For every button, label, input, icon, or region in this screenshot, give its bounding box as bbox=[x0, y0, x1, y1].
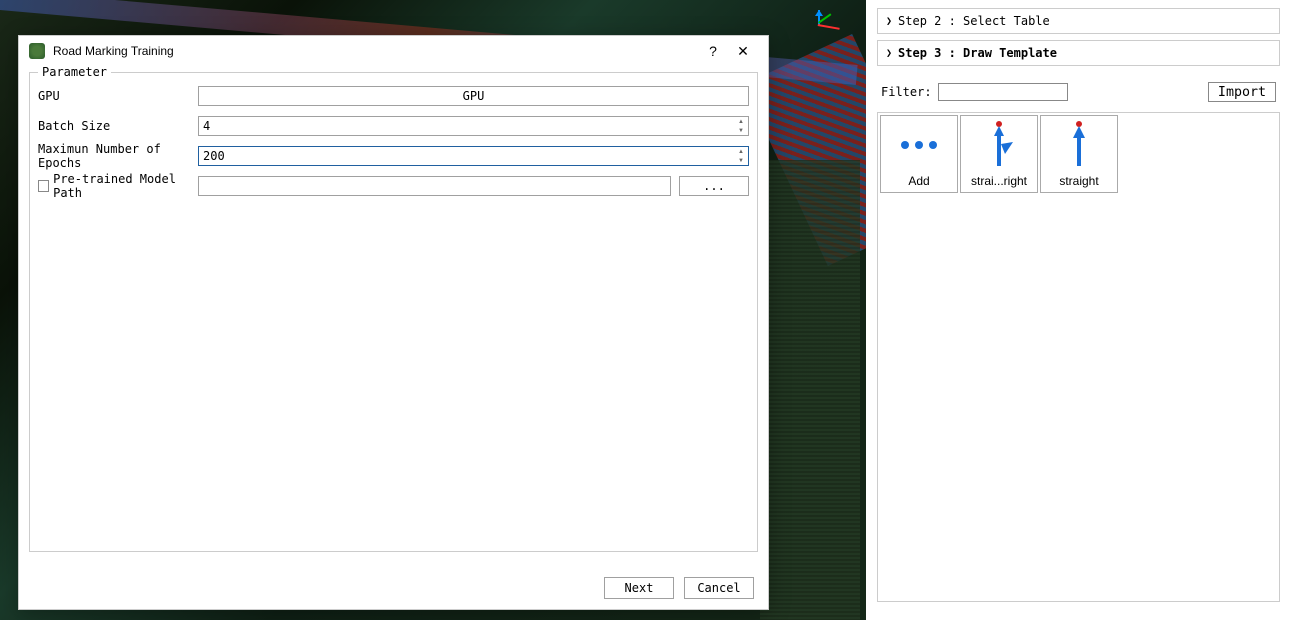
template-item-label: Add bbox=[881, 174, 957, 188]
pretrained-path-input[interactable] bbox=[198, 176, 671, 196]
chevron-right-icon: ❯ bbox=[886, 16, 892, 27]
x-axis-icon bbox=[818, 24, 840, 30]
chevron-right-icon: ❯ bbox=[886, 48, 892, 59]
filter-label: Filter: bbox=[881, 85, 932, 99]
dialog-title: Road Marking Training bbox=[53, 44, 698, 58]
batch-size-row: Batch Size ▲ ▼ bbox=[38, 115, 749, 137]
add-icon bbox=[881, 116, 957, 174]
epochs-down-icon[interactable]: ▼ bbox=[734, 156, 748, 165]
training-dialog: Road Marking Training ? ✕ Parameter GPU … bbox=[18, 35, 769, 610]
epochs-input[interactable] bbox=[199, 147, 734, 165]
template-item-add[interactable]: Add bbox=[880, 115, 958, 193]
help-button[interactable]: ? bbox=[698, 39, 728, 63]
gpu-label: GPU bbox=[38, 89, 198, 103]
batch-size-label: Batch Size bbox=[38, 119, 198, 133]
pretrained-row: Pre-trained Model Path ... bbox=[38, 175, 749, 197]
straight-right-arrow-icon bbox=[961, 116, 1037, 174]
gpu-dropdown[interactable]: GPU bbox=[198, 86, 749, 106]
browse-button[interactable]: ... bbox=[679, 176, 749, 196]
filter-row: Filter: Import bbox=[877, 72, 1280, 112]
pretrained-checkbox[interactable] bbox=[38, 180, 49, 192]
step-3-header[interactable]: ❯ Step 3 : Draw Template bbox=[877, 40, 1280, 66]
dialog-footer: Next Cancel bbox=[604, 577, 754, 599]
cancel-button[interactable]: Cancel bbox=[684, 577, 754, 599]
batch-size-input[interactable] bbox=[199, 117, 734, 135]
step-2-header[interactable]: ❯ Step 2 : Select Table bbox=[877, 8, 1280, 34]
import-button[interactable]: Import bbox=[1208, 82, 1276, 102]
gpu-row: GPU GPU bbox=[38, 85, 749, 107]
close-button[interactable]: ✕ bbox=[728, 39, 758, 63]
template-item-straight-right[interactable]: strai...right bbox=[960, 115, 1038, 193]
fieldset-legend: Parameter bbox=[38, 65, 111, 79]
epochs-up-icon[interactable]: ▲ bbox=[734, 147, 748, 156]
dialog-titlebar[interactable]: Road Marking Training ? ✕ bbox=[19, 36, 768, 66]
app-icon bbox=[29, 43, 45, 59]
parameter-fieldset: Parameter GPU GPU Batch Size ▲ ▼ Maximun… bbox=[29, 72, 758, 552]
template-item-label: strai...right bbox=[961, 174, 1037, 188]
batch-size-up-icon[interactable]: ▲ bbox=[734, 117, 748, 126]
right-panel: ❯ Step 2 : Select Table ❯ Step 3 : Draw … bbox=[866, 0, 1291, 620]
epochs-row: Maximun Number of Epochs ▲ ▼ bbox=[38, 145, 749, 167]
step-3-label: Step 3 : Draw Template bbox=[898, 46, 1057, 60]
filter-input[interactable] bbox=[938, 83, 1068, 101]
pretrained-label-wrap: Pre-trained Model Path bbox=[38, 172, 198, 200]
epochs-label: Maximun Number of Epochs bbox=[38, 142, 198, 170]
pretrained-label: Pre-trained Model Path bbox=[53, 172, 198, 200]
axis-gizmo[interactable] bbox=[806, 10, 846, 40]
next-button[interactable]: Next bbox=[604, 577, 674, 599]
z-axis-arrow-icon bbox=[815, 10, 823, 16]
template-grid: Add strai...right straigh bbox=[877, 112, 1280, 602]
batch-size-spinner[interactable]: ▲ ▼ bbox=[198, 116, 749, 136]
straight-arrow-icon bbox=[1041, 116, 1117, 174]
step-2-label: Step 2 : Select Table bbox=[898, 14, 1050, 28]
gpu-value: GPU bbox=[463, 89, 485, 103]
template-item-label: straight bbox=[1041, 174, 1117, 188]
template-item-straight[interactable]: straight bbox=[1040, 115, 1118, 193]
batch-size-down-icon[interactable]: ▼ bbox=[734, 126, 748, 135]
epochs-spinner[interactable]: ▲ ▼ bbox=[198, 146, 749, 166]
